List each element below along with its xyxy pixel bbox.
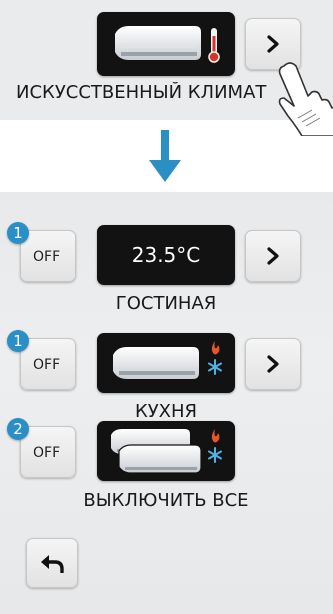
all-off-label: ВЫКЛЮЧИТЬ ВСЕ — [83, 490, 249, 511]
kitchen-ac-button[interactable] — [97, 333, 235, 393]
zone-badge: 1 — [7, 222, 29, 244]
zone-label-kitchen: КУХНЯ — [134, 401, 198, 422]
air-conditioner-thermometer-icon — [115, 26, 220, 63]
top-panel: ИСКУССТВЕННЫЙ КЛИМАТ — [0, 0, 333, 136]
temperature-display-living-room[interactable]: 23.5°C — [97, 225, 235, 285]
all-ac-button[interactable] — [97, 421, 235, 481]
zone-arrow-button-kitchen[interactable] — [245, 338, 301, 390]
off-label: OFF — [33, 249, 61, 265]
chevron-right-icon — [267, 247, 279, 265]
off-label: OFF — [33, 357, 61, 373]
chevron-right-icon — [267, 355, 279, 373]
zone-label-living-room: ГОСТИНАЯ — [115, 293, 217, 314]
zone-badge: 1 — [7, 330, 29, 352]
temperature-value: 23.5°C — [131, 243, 201, 267]
arrow-down-icon — [149, 130, 181, 182]
zone-off-button-kitchen[interactable]: OFF — [20, 338, 76, 390]
chevron-right-icon — [267, 35, 279, 53]
all-off-button[interactable]: OFF — [20, 426, 76, 478]
back-arrow-icon — [41, 555, 64, 573]
multiple-air-conditioners-heat-cool-icon — [111, 429, 222, 474]
climate-button[interactable] — [97, 12, 235, 76]
zone-off-button-living-room[interactable]: OFF — [20, 230, 76, 282]
bottom-panel: OFF 1 23.5°C ГОСТИНАЯ OFF 1 КУХНЯ OFF 2 … — [0, 192, 333, 614]
hand-pointer-icon — [278, 62, 333, 136]
zone-badge: 2 — [7, 418, 29, 440]
zone-arrow-button-living-room[interactable] — [245, 230, 301, 282]
off-label: OFF — [33, 445, 61, 461]
climate-label: ИСКУССТВЕННЫЙ КЛИМАТ — [16, 82, 267, 103]
back-button[interactable] — [26, 538, 78, 588]
air-conditioner-heat-cool-icon — [113, 341, 222, 379]
